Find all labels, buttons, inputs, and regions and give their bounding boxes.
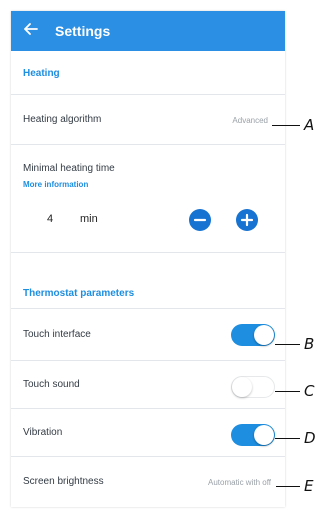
toggle-knob [254,425,274,445]
callout-line-c [275,391,300,392]
touch-interface-row: Touch interface [11,309,285,361]
screen-brightness-value: Automatic with off [208,478,271,487]
heating-section-header: Heating [11,51,285,95]
touch-sound-label: Touch sound [23,379,80,390]
minimal-heating-time-row: Minimal heating time More information 4 … [11,145,285,253]
toggle-knob [232,377,252,397]
settings-screen: Settings Heating Heating algorithm Advan… [11,11,285,507]
page-title: Settings [55,23,111,39]
callout-label-c: C [304,382,315,400]
screen-brightness-label: Screen brightness [23,476,104,487]
vibration-label: Vibration [23,427,63,438]
callout-line-e [276,486,300,487]
toggle-knob [254,325,274,345]
screen-brightness-row[interactable]: Screen brightness Automatic with off [11,457,285,507]
thermostat-section-title: Thermostat parameters [23,288,135,299]
touch-sound-row: Touch sound [11,361,285,409]
heating-algorithm-label: Heating algorithm [23,114,102,125]
touch-sound-toggle[interactable] [231,376,275,398]
touch-interface-label: Touch interface [23,329,91,340]
minimal-heating-time-unit: min [80,213,98,225]
callout-line-a [272,125,300,126]
callout-label-d: D [304,429,316,447]
callout-line-b [275,344,300,345]
vibration-toggle[interactable] [231,424,275,446]
arrow-left-icon [24,22,38,40]
increase-button[interactable] [236,209,258,231]
screenshot-stage: Settings Heating Heating algorithm Advan… [0,0,320,509]
callout-line-d [275,438,300,439]
touch-interface-toggle[interactable] [231,324,275,346]
callout-label-b: B [304,335,315,353]
more-information-link[interactable]: More information [23,180,88,189]
app-header: Settings [11,11,285,51]
decrease-button[interactable] [189,209,211,231]
back-button[interactable] [11,11,51,51]
minimal-heating-time-value: 4 [47,213,54,225]
heating-algorithm-value: Advanced [232,116,268,125]
thermostat-section-header: Thermostat parameters [11,253,285,309]
callout-label-e: E [304,477,314,495]
minimal-heating-time-label: Minimal heating time [23,163,115,174]
heating-algorithm-row[interactable]: Heating algorithm Advanced [11,95,285,145]
callout-label-a: A [304,116,315,134]
vibration-row: Vibration [11,409,285,457]
heating-section-title: Heating [23,68,60,79]
